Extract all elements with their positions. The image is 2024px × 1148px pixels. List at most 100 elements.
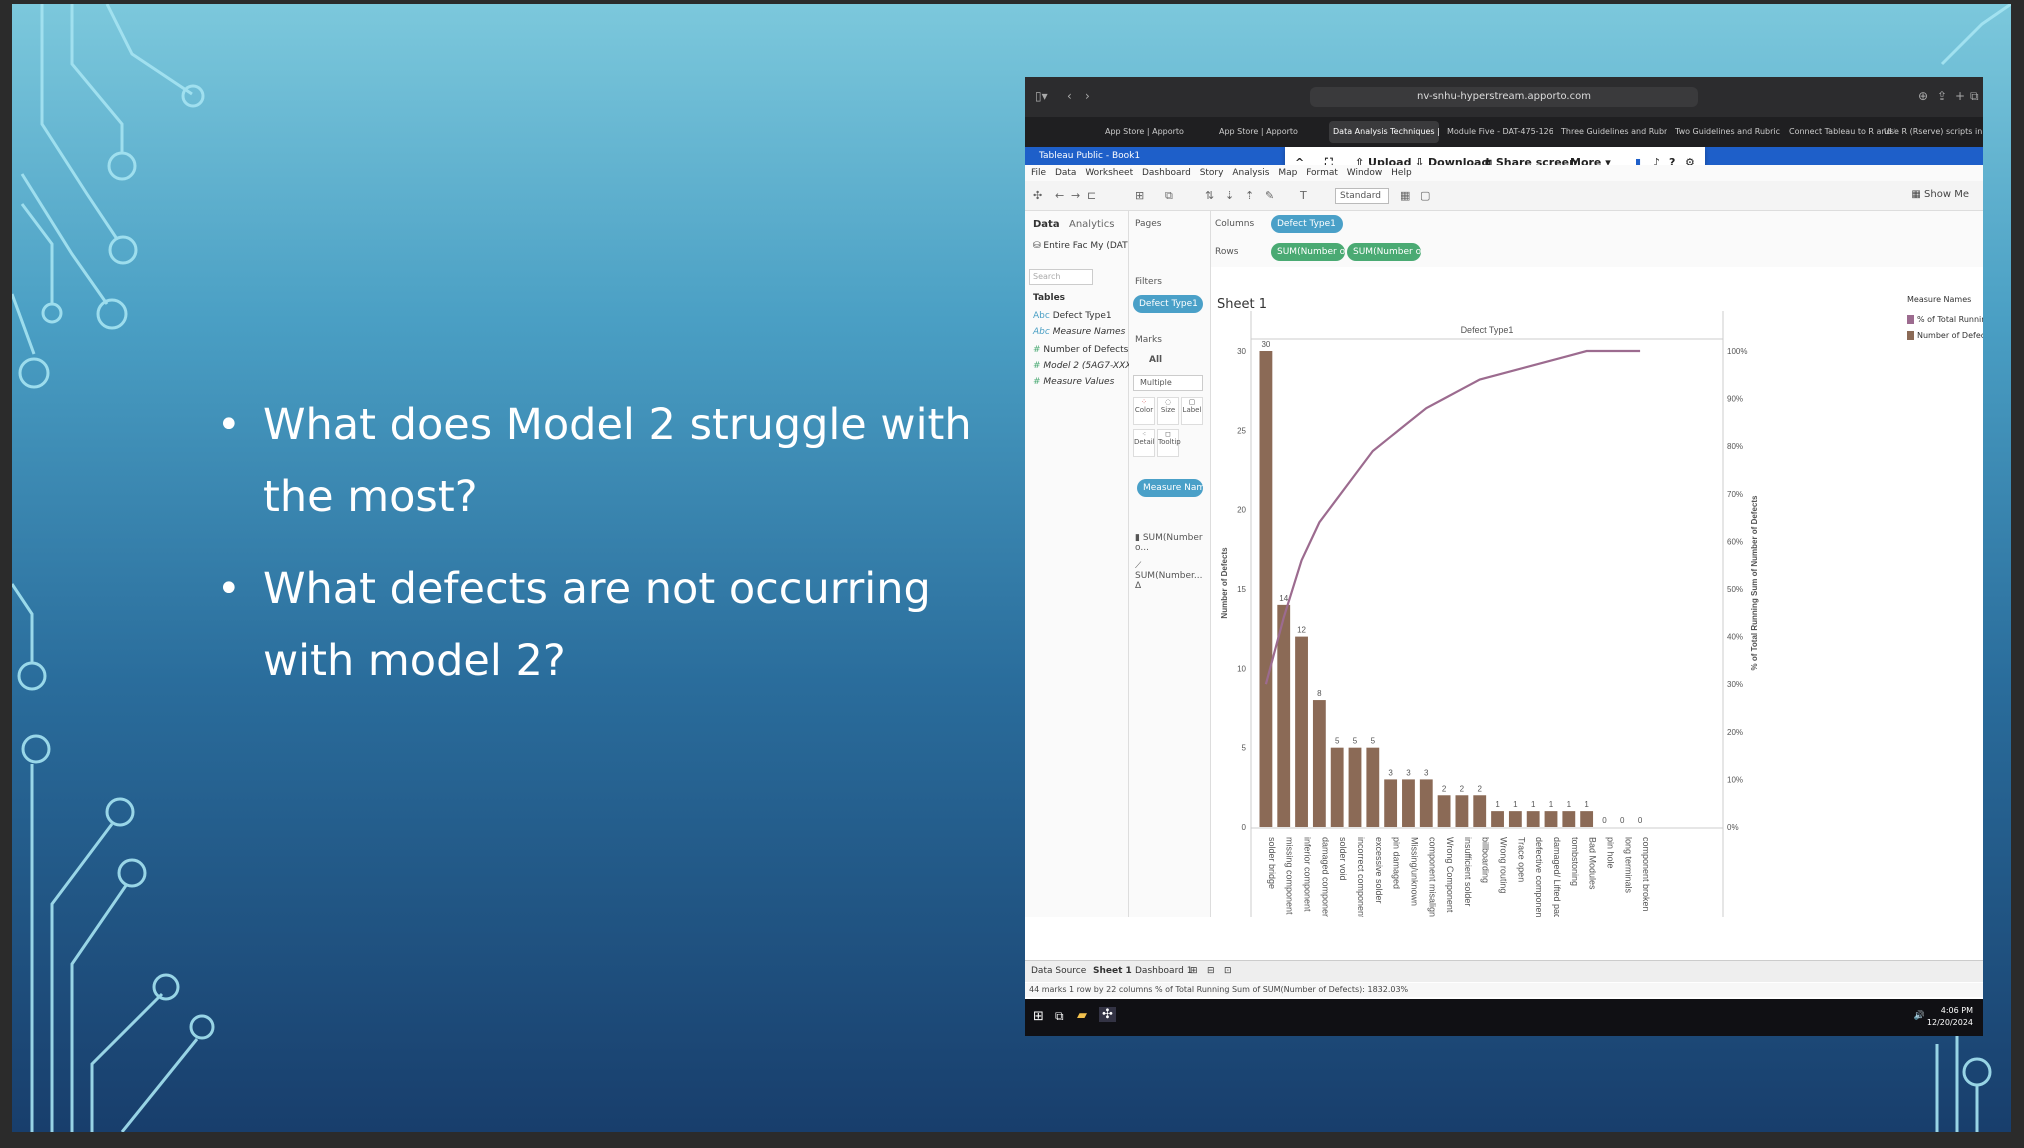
bullet-item: What defects are not occurring with mode… xyxy=(217,553,1017,697)
clock-date: 12/20/2024 xyxy=(1926,1018,1973,1027)
x-tick-label: billboarding xyxy=(1481,837,1491,883)
show-me-button[interactable]: ▦ Show Me xyxy=(1911,189,1969,200)
tabs-icon[interactable]: ⧉ xyxy=(1970,89,1979,104)
legend-swatch xyxy=(1907,315,1914,324)
volume-tray-icon[interactable]: 🔊 xyxy=(1914,1011,1925,1021)
chart-icon[interactable]: ▦ xyxy=(1400,189,1410,202)
viz-area: Sheet 1 Defect Type1 0 5 10 15 20 25 30 0% 10% 20%… xyxy=(1211,287,1899,938)
y2-tick-label: 50% xyxy=(1727,585,1743,594)
menu-format[interactable]: Format xyxy=(1306,168,1338,178)
legend-item[interactable]: % of Total Running S... xyxy=(1907,315,1983,324)
label-button[interactable]: ▢ Label xyxy=(1181,397,1203,425)
sum-bar-item[interactable]: ▮ SUM(Number o... xyxy=(1135,533,1210,553)
legend-item[interactable]: Number of Defects xyxy=(1907,331,1983,340)
sort-desc-icon[interactable]: ⇡ xyxy=(1245,189,1254,202)
menu-window[interactable]: Window xyxy=(1347,168,1383,178)
browser-tab[interactable]: Use R (Rserve) scripts in your fl... xyxy=(1880,121,1983,143)
size-button[interactable]: ◌ Size xyxy=(1157,397,1179,425)
browser-tab[interactable]: Two Guidelines and Rubric - DA... xyxy=(1671,121,1781,143)
highlight-icon[interactable]: ✎ xyxy=(1265,189,1274,202)
bar xyxy=(1348,747,1362,827)
mark-type-dropdown[interactable]: Multiple xyxy=(1133,375,1203,391)
measure-names-pill[interactable]: Measure Nam.. xyxy=(1137,479,1203,497)
bar-data-label: 2 xyxy=(1460,784,1465,793)
y-tick-label: 0 xyxy=(1242,823,1247,832)
bar xyxy=(1402,779,1415,827)
marks-all-label[interactable]: All xyxy=(1149,355,1162,365)
new-tab-icon[interactable]: + xyxy=(1955,89,1965,103)
tooltip-button[interactable]: ◻ Tooltip xyxy=(1157,429,1181,457)
menu-worksheet[interactable]: Worksheet xyxy=(1085,168,1133,178)
fit-dropdown[interactable]: Standard xyxy=(1335,188,1389,204)
browser-tab[interactable]: Module Five - DAT-475-12650-... xyxy=(1443,121,1553,143)
embedded-screenshot: ▯▾ ‹ › ◐ nv-snhu-hyperstream.apporto.com… xyxy=(1025,77,1983,1036)
browser-tab[interactable]: App Store | Apporto xyxy=(1101,121,1211,143)
browser-tab[interactable]: App Store | Apporto xyxy=(1215,121,1325,143)
menu-map[interactable]: Map xyxy=(1278,168,1297,178)
columns-pill[interactable]: Defect Type1 xyxy=(1271,215,1343,233)
legend: Measure Names % of Total Running S... Nu… xyxy=(1903,287,1983,387)
field-item[interactable]: Abc Measure Names xyxy=(1033,327,1125,337)
task-view-icon[interactable]: ⧉ xyxy=(1055,1009,1064,1024)
label-icon[interactable]: T xyxy=(1300,189,1307,202)
x-tick-label: tombstoning xyxy=(1570,837,1580,886)
field-search-input[interactable]: Search xyxy=(1029,269,1093,285)
tab-sheet1[interactable]: Sheet 1 xyxy=(1093,966,1132,976)
back-icon[interactable]: ‹ xyxy=(1067,89,1072,103)
menu-analysis[interactable]: Analysis xyxy=(1232,168,1269,178)
file-explorer-icon[interactable]: ▰ xyxy=(1077,1008,1087,1023)
detail-button[interactable]: ⁖ Detail xyxy=(1133,429,1155,457)
filter-pill[interactable]: Defect Type1 xyxy=(1133,295,1203,313)
field-item[interactable]: # Measure Values xyxy=(1033,377,1114,387)
x-tick-label: Trace open xyxy=(1516,837,1526,882)
y-tick-label: 10 xyxy=(1237,664,1246,673)
save-icon[interactable]: ⊏ xyxy=(1087,189,1096,202)
bar-data-label: 5 xyxy=(1371,737,1376,746)
bar xyxy=(1508,811,1522,827)
new-story-tab-icon[interactable]: ⊡ xyxy=(1224,966,1232,976)
sort-asc-icon[interactable]: ⇣ xyxy=(1225,189,1234,202)
swap-icon[interactable]: ⇅ xyxy=(1205,189,1214,202)
tab-dashboard1[interactable]: Dashboard 1 xyxy=(1135,966,1192,976)
menu-story[interactable]: Story xyxy=(1200,168,1224,178)
browser-tab-active[interactable]: Data Analysis Techniques | App... xyxy=(1329,121,1439,143)
browser-tab[interactable]: Connect Tableau to R and Using... xyxy=(1785,121,1895,143)
rows-pill[interactable]: SUM(Number of D... Δ xyxy=(1347,243,1421,261)
browser-tab[interactable]: Three Guidelines and Rubric - D... xyxy=(1557,121,1667,143)
rows-pill[interactable]: SUM(Number of Defe... xyxy=(1271,243,1345,261)
menu-help[interactable]: Help xyxy=(1391,168,1412,178)
share-icon[interactable]: ⇪ xyxy=(1937,89,1947,103)
tableau-logo-icon[interactable]: ✣ xyxy=(1033,189,1042,202)
menu-dashboard[interactable]: Dashboard xyxy=(1142,168,1191,178)
label-icon: ▢ xyxy=(1188,398,1196,406)
menu-data[interactable]: Data xyxy=(1055,168,1077,178)
tab-analytics[interactable]: Analytics xyxy=(1069,219,1114,230)
data-pane: Data Analytics ⛁ Entire Fac My (DAT 475.… xyxy=(1025,211,1167,917)
undo-icon[interactable]: ← xyxy=(1055,189,1064,202)
color-button[interactable]: ⁘ Color xyxy=(1133,397,1155,425)
filters-card-label: Filters xyxy=(1135,277,1162,287)
bar-data-label: 2 xyxy=(1478,784,1483,793)
new-sheet-tab-icon[interactable]: ⊞ xyxy=(1190,966,1198,976)
field-item[interactable]: # Number of Defects xyxy=(1033,345,1128,355)
tableau-taskbar-icon[interactable]: ✣ xyxy=(1099,1007,1116,1022)
menu-file[interactable]: File xyxy=(1031,168,1046,178)
new-dashboard-tab-icon[interactable]: ⊟ xyxy=(1207,966,1215,976)
tab-data-source[interactable]: Data Source xyxy=(1031,966,1086,976)
sidebar-icon[interactable]: ▯▾ xyxy=(1035,89,1048,103)
url-bar[interactable]: nv-snhu-hyperstream.apporto.com xyxy=(1310,87,1698,107)
new-sheet-icon[interactable]: ⊞ xyxy=(1135,189,1144,202)
presentation-icon[interactable]: ▢ xyxy=(1420,189,1430,202)
redo-icon[interactable]: → xyxy=(1071,189,1080,202)
field-item[interactable]: Abc Defect Type1 xyxy=(1033,311,1112,321)
sum-line-item[interactable]: ⟋ SUM(Number... Δ xyxy=(1135,561,1210,591)
duplicate-icon[interactable]: ⧉ xyxy=(1165,189,1173,203)
x-tick-label: component misalignment xyxy=(1427,837,1437,917)
y2-tick-label: 0% xyxy=(1727,823,1739,832)
download-icon[interactable]: ⊕ xyxy=(1918,89,1928,103)
y-tick-label: 30 xyxy=(1237,347,1246,356)
legend-swatch xyxy=(1907,331,1914,340)
windows-start-icon[interactable]: ⊞ xyxy=(1033,1009,1044,1024)
tab-data[interactable]: Data xyxy=(1033,219,1060,230)
forward-icon[interactable]: › xyxy=(1085,89,1090,103)
